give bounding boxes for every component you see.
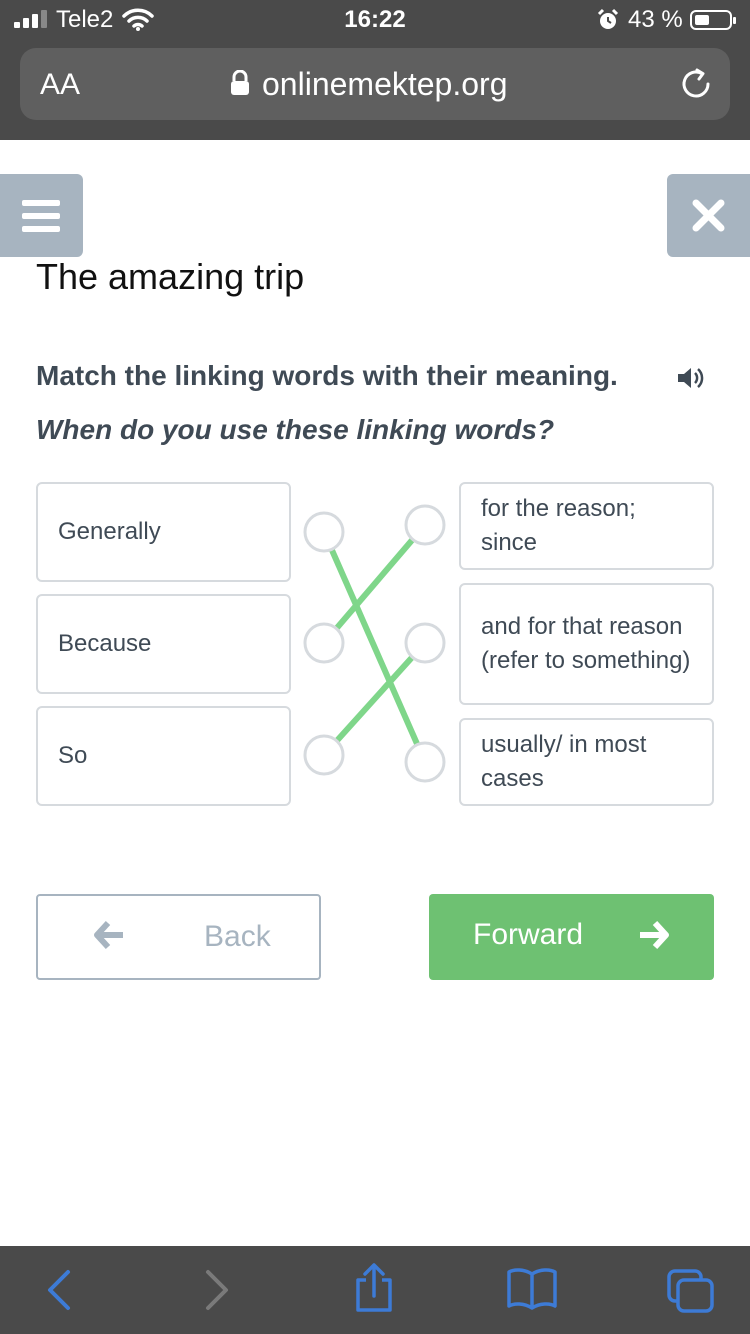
back-button[interactable]: Back — [36, 894, 321, 980]
left-connector[interactable] — [303, 734, 345, 776]
back-label: Back — [204, 920, 271, 953]
right-card-label: and for that reason (refer to something) — [481, 613, 691, 674]
tabs-icon[interactable] — [666, 1268, 716, 1319]
question-text: When do you use these linking words? — [36, 414, 555, 445]
menu-button[interactable] — [0, 174, 83, 257]
left-card-generally[interactable]: Generally — [36, 482, 291, 582]
match-connections — [303, 504, 446, 783]
right-card-usually[interactable]: usually/ in most cases — [459, 718, 714, 806]
bookmarks-icon[interactable] — [506, 1266, 558, 1317]
text-size-button[interactable]: AA — [40, 68, 80, 102]
nav-back-icon[interactable] — [42, 1266, 78, 1319]
instruction-text: Match the linking words with their meani… — [36, 360, 618, 391]
right-connector[interactable] — [404, 504, 446, 546]
right-card-label: for the reason; since — [481, 495, 636, 556]
forward-button[interactable]: Forward — [429, 894, 714, 980]
left-connector[interactable] — [303, 622, 345, 664]
forward-label: Forward — [473, 918, 584, 951]
battery-percent: 43 % — [628, 6, 683, 33]
browser-toolbar — [0, 1246, 750, 1334]
page-url[interactable]: onlinemektep.org — [262, 66, 507, 103]
left-connector[interactable] — [303, 511, 345, 553]
close-icon — [692, 199, 725, 232]
reload-icon[interactable] — [678, 66, 714, 107]
address-bar[interactable]: AA onlinemektep.org — [20, 48, 730, 120]
speaker-icon[interactable] — [676, 364, 706, 397]
right-card-label: usually/ in most cases — [481, 731, 647, 792]
page-title: The amazing trip — [36, 256, 305, 297]
left-card-label: Because — [58, 630, 152, 657]
lock-icon — [230, 69, 250, 101]
left-card-label: Generally — [58, 518, 161, 545]
close-button[interactable] — [667, 174, 750, 257]
left-card-label: So — [58, 742, 88, 769]
battery-icon — [690, 10, 736, 30]
arrow-left-icon — [94, 920, 126, 958]
left-card-so[interactable]: So — [36, 706, 291, 806]
nav-forward-icon[interactable] — [198, 1266, 234, 1319]
alarm-icon — [596, 8, 620, 37]
share-icon[interactable] — [352, 1262, 396, 1319]
right-card-for-that-reason[interactable]: and for that reason (refer to something) — [459, 583, 714, 705]
right-connector[interactable] — [404, 622, 446, 664]
browser-header: AA onlinemektep.org — [0, 40, 750, 140]
status-bar: Tele2 16:22 43 % — [0, 0, 750, 40]
left-card-because[interactable]: Because — [36, 594, 291, 694]
match-line — [321, 640, 428, 758]
right-connector[interactable] — [404, 741, 446, 783]
right-card-reason-since[interactable]: for the reason; since — [459, 482, 714, 570]
arrow-right-icon — [637, 920, 669, 958]
